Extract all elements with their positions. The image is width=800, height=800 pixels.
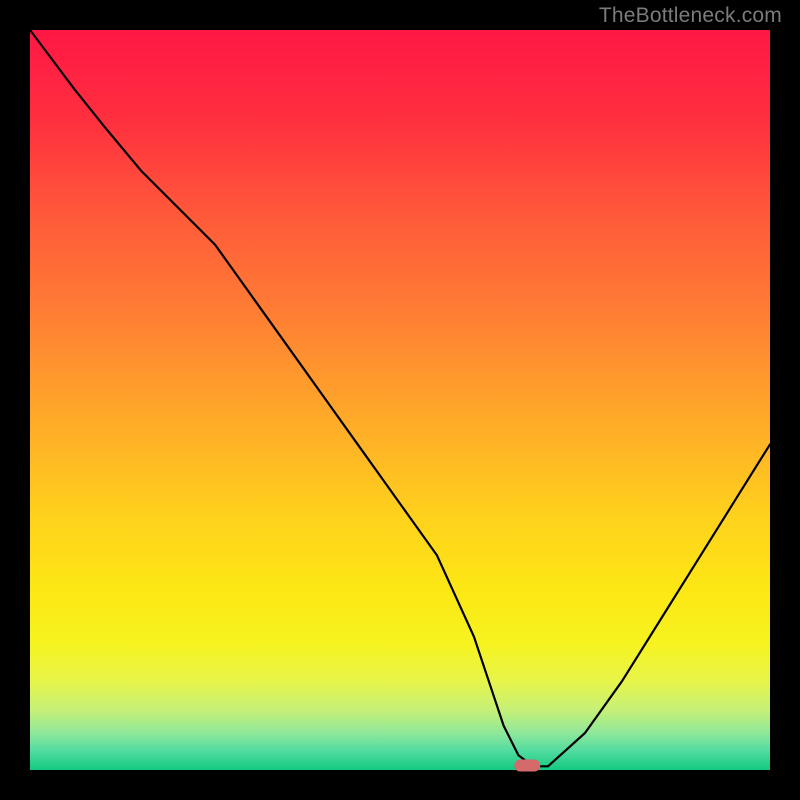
chart-svg bbox=[0, 0, 800, 800]
chart-optimum-marker bbox=[514, 760, 540, 772]
chart-container: TheBottleneck.com bbox=[0, 0, 800, 800]
chart-plot-area bbox=[30, 30, 770, 770]
watermark-text: TheBottleneck.com bbox=[599, 4, 782, 28]
